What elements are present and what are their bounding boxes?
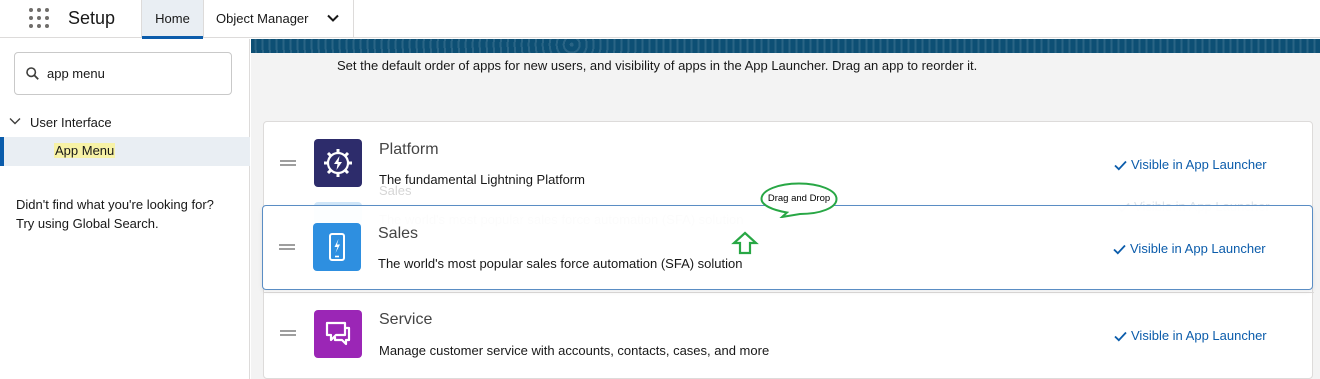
annotation-text: Drag and Drop	[767, 193, 831, 204]
arrow-up-icon	[731, 231, 759, 255]
drag-handle-icon[interactable]	[280, 160, 296, 168]
visibility-toggle[interactable]: Visible in App Launcher	[1114, 328, 1267, 343]
visibility-toggle[interactable]: Visible in App Launcher	[1114, 157, 1267, 172]
app-name: Sales	[379, 183, 412, 198]
tree-item-label: App Menu	[54, 143, 116, 158]
app-name: Platform	[379, 141, 439, 158]
check-icon	[1114, 331, 1127, 342]
quick-find-input[interactable]	[47, 62, 227, 84]
lightning-gear-icon	[314, 139, 362, 187]
tree-node-user-interface[interactable]: User Interface	[0, 111, 250, 135]
help-text-line-2: Try using Global Search.	[16, 216, 159, 231]
app-description: Manage customer service with accounts, c…	[379, 343, 770, 358]
mobile-lightning-icon	[313, 223, 361, 271]
tab-object-manager-label: Object Manager	[216, 11, 309, 26]
check-icon	[1113, 244, 1126, 255]
visibility-label: Visible in App Launcher	[1131, 157, 1267, 172]
tree-item-app-menu[interactable]: App Menu	[0, 137, 250, 166]
visibility-label: Visible in App Launcher	[1130, 241, 1266, 256]
quick-find-box	[14, 52, 232, 95]
setup-sidebar: User Interface App Menu Didn't find what…	[0, 39, 250, 379]
waffle-icon[interactable]	[29, 8, 51, 30]
chevron-down-icon[interactable]	[327, 14, 339, 23]
visibility-label: Visible in App Launcher	[1131, 328, 1267, 343]
visibility-toggle[interactable]: Visible in App Launcher	[1113, 241, 1266, 256]
help-text-line-1: Didn't find what you're looking for?	[16, 197, 214, 212]
search-icon	[26, 67, 39, 80]
app-row-service[interactable]: Service Manage customer service with acc…	[264, 292, 1314, 377]
header-banner	[251, 39, 1320, 53]
tab-object-manager[interactable]: Object Manager	[204, 0, 354, 38]
app-description: The world's most popular sales force aut…	[378, 256, 743, 271]
app-name: Sales	[378, 225, 419, 242]
page-description: Set the default order of apps for new us…	[337, 58, 978, 73]
app-name: Service	[379, 311, 433, 328]
check-icon	[1114, 160, 1127, 171]
chevron-down-icon[interactable]	[9, 117, 21, 126]
tab-home[interactable]: Home	[141, 0, 204, 39]
chat-bubbles-icon	[314, 310, 362, 358]
drag-handle-icon[interactable]	[280, 330, 296, 338]
app-title: Setup	[68, 8, 116, 28]
global-header: Setup Home Object Manager	[0, 0, 1320, 39]
help-text: Didn't find what you're looking for? Try…	[16, 195, 241, 233]
drag-handle-icon[interactable]	[279, 244, 295, 252]
tree-node-label: User Interface	[30, 115, 112, 130]
